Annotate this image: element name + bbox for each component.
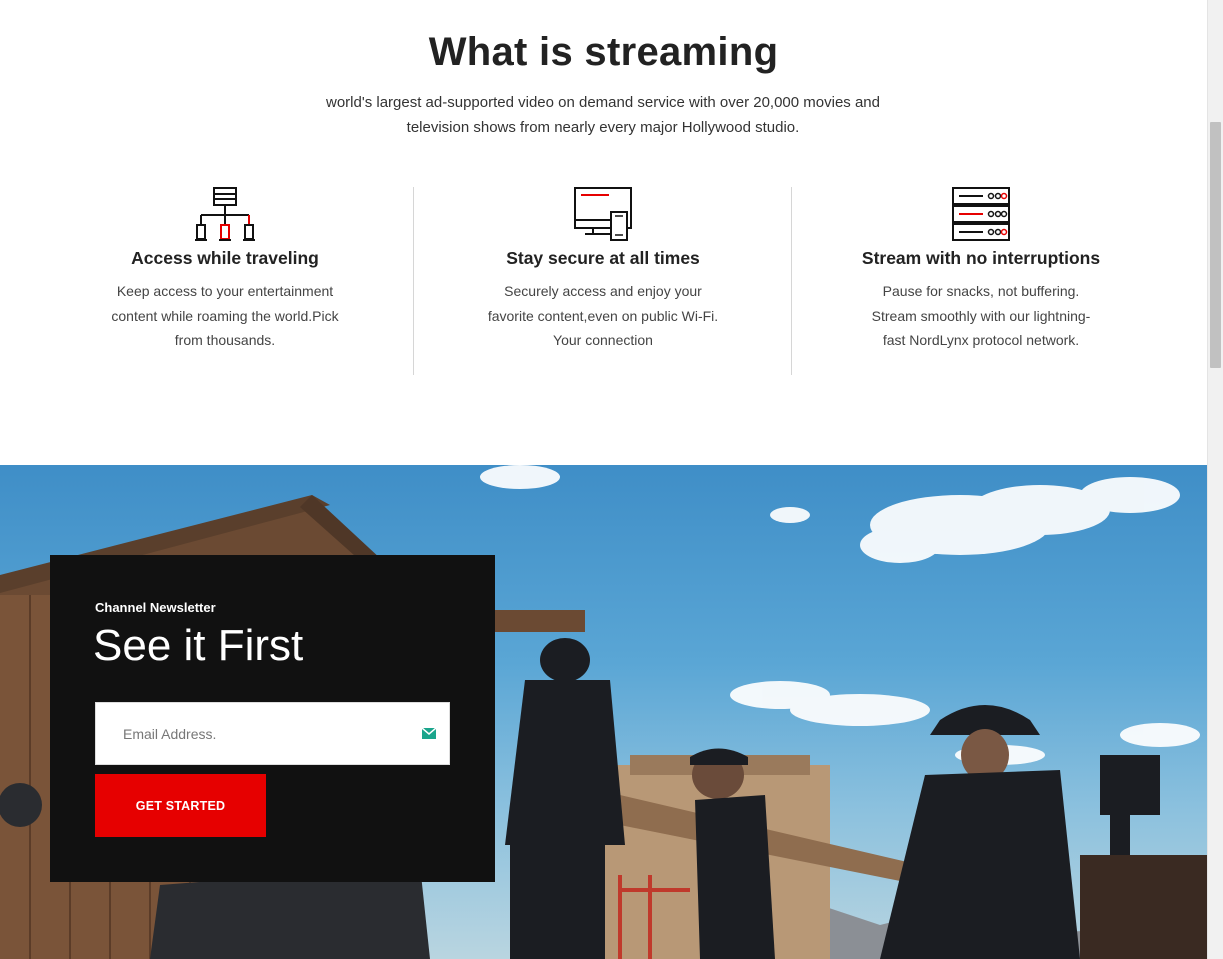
divider <box>413 187 414 375</box>
feature-no-interruptions: Stream with no interruptions Pause for s… <box>856 186 1106 353</box>
email-field-container <box>95 702 450 765</box>
feature-text: Keep access to your entertainment conten… <box>111 283 339 348</box>
get-started-button[interactable]: GET STARTED <box>95 774 266 837</box>
mail-icon <box>422 728 436 739</box>
network-devices-icon <box>195 187 255 241</box>
scrollbar-thumb[interactable] <box>1210 122 1221 368</box>
section-title: What is streaming <box>428 30 779 74</box>
feature-title: Access while traveling <box>131 248 319 268</box>
email-input[interactable] <box>96 703 413 764</box>
newsletter-label: Channel Newsletter <box>95 600 216 615</box>
feature-access-traveling: Access while traveling Keep access to yo… <box>100 186 350 353</box>
section-subtitle: world's largest ad-supported video on de… <box>325 94 880 136</box>
feature-text: Pause for snacks, not buffering. Stream … <box>871 283 1091 348</box>
feature-text: Securely access and enjoy your favorite … <box>487 283 719 348</box>
newsletter-heading: See it First <box>93 621 304 670</box>
page: What is streaming world's largest ad-sup… <box>0 0 1207 959</box>
feature-stay-secure: Stay secure at all times Securely access… <box>478 186 728 353</box>
monitor-mobile-icon <box>574 187 632 241</box>
divider <box>791 187 792 375</box>
page-scrollbar[interactable] <box>1207 0 1223 959</box>
feature-title: Stay secure at all times <box>506 248 700 268</box>
feature-title: Stream with no interruptions <box>861 248 1101 268</box>
intro-section: What is streaming world's largest ad-sup… <box>0 0 1207 465</box>
newsletter-panel: Channel Newsletter See it First GET STAR… <box>50 555 495 882</box>
server-rack-icon <box>952 187 1010 241</box>
